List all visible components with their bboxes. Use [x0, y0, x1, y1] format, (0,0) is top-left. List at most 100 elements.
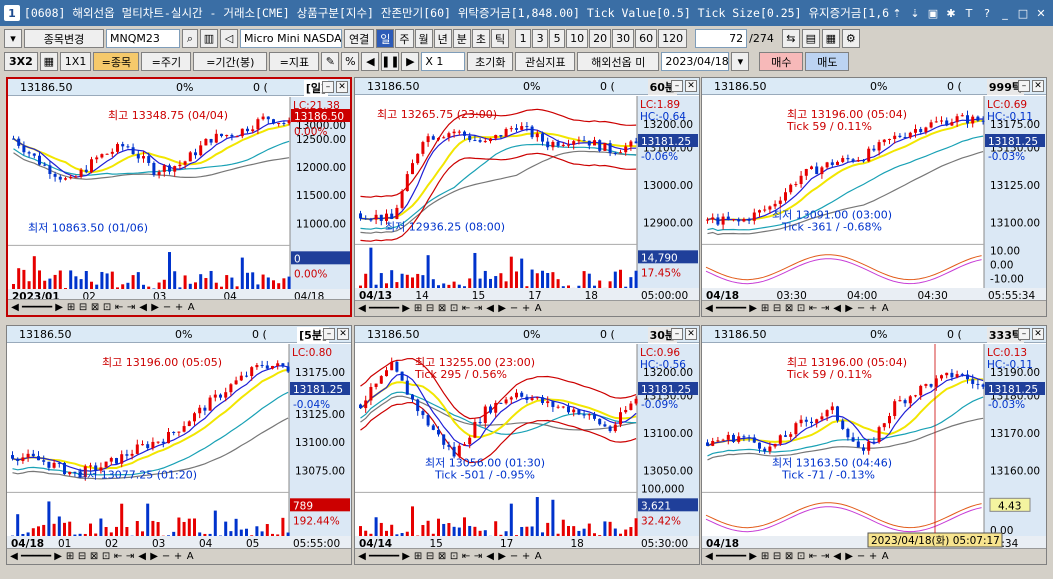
scroll-control-icon[interactable]: ⊡	[449, 303, 459, 314]
scroll-control-icon[interactable]: ◀	[832, 551, 842, 562]
scroll-control-icon[interactable]: ⊡	[796, 303, 806, 314]
scroll-control-icon[interactable]: +	[521, 551, 531, 562]
percent-icon[interactable]: %	[341, 52, 360, 71]
scroll-control-icon[interactable]: +	[868, 303, 878, 314]
minimize-panel-icon[interactable]: –	[1018, 328, 1030, 340]
interval-tab[interactable]: 3	[532, 29, 549, 48]
scroll-control-icon[interactable]: ◀	[10, 302, 20, 313]
scroll-control-icon[interactable]: ⇤	[113, 551, 123, 562]
scroll-control-icon[interactable]: ▶	[150, 302, 160, 313]
minimize-panel-icon[interactable]: –	[323, 328, 335, 340]
scroll-control-icon[interactable]: ▶	[401, 551, 411, 562]
rewind-icon[interactable]: ◀	[361, 52, 380, 71]
period-tab[interactable]: 일	[376, 29, 395, 48]
scroll-control-icon[interactable]: ━━━━━	[716, 551, 746, 562]
symbol-input[interactable]: MNQM23	[106, 29, 180, 48]
scroll-control-icon[interactable]: ━━━━━	[22, 302, 52, 313]
play-icon[interactable]: ▶	[401, 52, 420, 71]
scroll-control-icon[interactable]: ▶	[748, 303, 758, 314]
search-icon[interactable]: ⌕	[182, 29, 198, 48]
scroll-control-icon[interactable]: ⊟	[772, 551, 782, 562]
minimize-panel-icon[interactable]: –	[671, 328, 683, 340]
multiplier-select[interactable]: X 1	[421, 52, 466, 71]
pen-icon[interactable]: ✎	[321, 52, 340, 71]
scroll-control-icon[interactable]: ⇤	[114, 302, 124, 313]
scroll-control-icon[interactable]: ⊠	[90, 302, 100, 313]
scroll-control-icon[interactable]: ⊟	[78, 302, 88, 313]
interest-indicator-button[interactable]: 관심지표	[515, 52, 576, 71]
scroll-control-icon[interactable]: ▶	[401, 303, 411, 314]
scroll-control-icon[interactable]: −	[856, 303, 866, 314]
calendar-icon[interactable]: ▾	[731, 52, 750, 71]
scroll-control-icon[interactable]: ⇥	[820, 303, 830, 314]
scroll-control-icon[interactable]: −	[161, 551, 171, 562]
scroll-control-icon[interactable]: ⊞	[760, 551, 770, 562]
period-tab[interactable]: 월	[414, 29, 433, 48]
lock-icon[interactable]: ▣	[925, 5, 941, 21]
scroll-control-icon[interactable]: ━━━━━	[369, 303, 399, 314]
minimize-panel-icon[interactable]: –	[671, 80, 683, 92]
scroll-control-icon[interactable]: ⇥	[820, 551, 830, 562]
scroll-control-icon[interactable]: ◀	[704, 551, 714, 562]
scroll-control-icon[interactable]: +	[173, 551, 183, 562]
scroll-control-icon[interactable]: A	[880, 551, 890, 562]
scroll-control-icon[interactable]: ⇥	[126, 302, 136, 313]
scroll-control-icon[interactable]: ▶	[497, 551, 507, 562]
scroll-control-icon[interactable]: ◀	[704, 303, 714, 314]
scroll-control-icon[interactable]: A	[533, 303, 543, 314]
dropdown-icon[interactable]: ▾	[4, 29, 22, 48]
scroll-control-icon[interactable]: ⊠	[437, 551, 447, 562]
scroll-control-icon[interactable]: ⇤	[808, 303, 818, 314]
help-icon[interactable]: ?	[979, 5, 995, 21]
scroll-control-icon[interactable]: ⇤	[461, 303, 471, 314]
scroll-control-icon[interactable]: ◀	[138, 302, 148, 313]
scroll-control-icon[interactable]: A	[185, 551, 195, 562]
scroll-control-icon[interactable]: ⊞	[413, 303, 423, 314]
chart-panel-p3[interactable]: 13186.50 0% 0 (999틱 – ✕ 13175.00 13150.00 13125…	[701, 77, 1047, 317]
sync-cycle-button[interactable]: =주기	[141, 52, 192, 71]
scroll-control-icon[interactable]: ⊞	[760, 303, 770, 314]
close-panel-icon[interactable]: ✕	[1032, 328, 1044, 340]
scroll-control-icon[interactable]: ⊡	[101, 551, 111, 562]
interval-tab[interactable]: 60	[635, 29, 658, 48]
scroll-control-icon[interactable]: +	[521, 303, 531, 314]
scroll-control-icon[interactable]: ◀	[485, 551, 495, 562]
scroll-control-icon[interactable]: ◀	[9, 551, 19, 562]
scroll-control-icon[interactable]: A	[533, 551, 543, 562]
layout-single-button[interactable]: 1X1	[59, 52, 92, 71]
up-arrow-icon[interactable]: ⇡	[889, 5, 905, 21]
close-panel-icon[interactable]: ✕	[685, 328, 697, 340]
chart-panel-p6[interactable]: 13186.50 0% 0 (333틱 – ✕ 13190.00 13180.00 13170…	[701, 325, 1047, 565]
scroll-control-icon[interactable]: ◀	[357, 303, 367, 314]
chart-panel-p1[interactable]: 13186.50 0% 0 ([일] – ✕ 13000.00 12500.00 12000.…	[6, 77, 352, 317]
chart-panel-p4[interactable]: 13186.500%0 ([5분]–✕13175.0013150.0013125…	[6, 325, 352, 565]
panel-scrollbar[interactable]: ◀ ━━━━━ ▶ ⊞ ⊟ ⊠ ⊡ ⇤ ⇥ ◀ ▶ − + A	[355, 548, 699, 564]
panel-scrollbar[interactable]: ◀ ━━━━━ ▶ ⊞ ⊟ ⊠ ⊡ ⇤ ⇥ ◀ ▶ − + A	[355, 300, 699, 316]
scroll-control-icon[interactable]: ━━━━━	[21, 551, 51, 562]
sync-period-button[interactable]: =기간(봉)	[193, 52, 268, 71]
scroll-control-icon[interactable]: ◀	[485, 303, 495, 314]
settings-icon[interactable]: ✱	[943, 5, 959, 21]
maximize-icon[interactable]: □	[1015, 5, 1031, 21]
scroll-control-icon[interactable]: ⊟	[425, 551, 435, 562]
change-item-button[interactable]: 종목변경	[24, 29, 104, 48]
layout-button[interactable]: 3X2	[4, 52, 38, 71]
grid-icon[interactable]: ▦	[39, 52, 58, 71]
scroll-control-icon[interactable]: −	[509, 303, 519, 314]
scroll-control-icon[interactable]: ⇤	[808, 551, 818, 562]
interval-tab[interactable]: 20	[589, 29, 612, 48]
chart-type-icon[interactable]: ▥	[200, 29, 218, 48]
scroll-control-icon[interactable]: ⊠	[784, 303, 794, 314]
scroll-control-icon[interactable]: ⊟	[77, 551, 87, 562]
scroll-control-icon[interactable]: ▶	[149, 551, 159, 562]
scroll-control-icon[interactable]: ⊞	[413, 551, 423, 562]
interval-tab[interactable]: 1	[515, 29, 532, 48]
speaker-icon[interactable]: ◁	[220, 29, 238, 48]
scroll-control-icon[interactable]: ◀	[832, 303, 842, 314]
scroll-control-icon[interactable]: ▶	[53, 551, 63, 562]
scroll-control-icon[interactable]: ⊠	[89, 551, 99, 562]
period-tab[interactable]: 주	[395, 29, 414, 48]
text-icon[interactable]: T	[961, 5, 977, 21]
scroll-control-icon[interactable]: ⇥	[473, 303, 483, 314]
scroll-control-icon[interactable]: ⊡	[449, 551, 459, 562]
